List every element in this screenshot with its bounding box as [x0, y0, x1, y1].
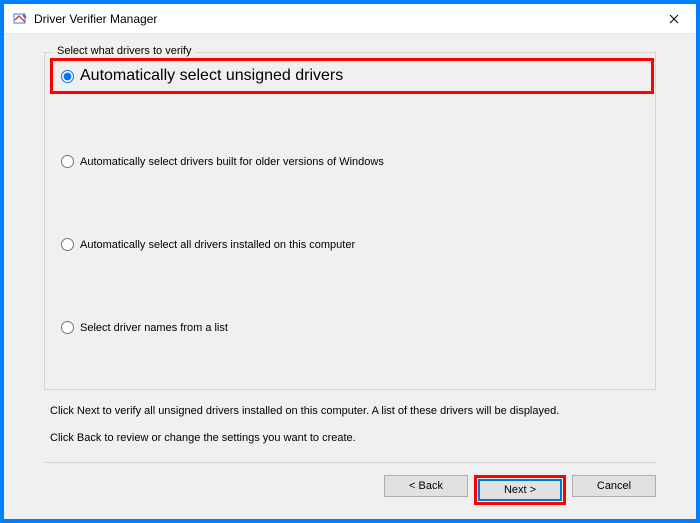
app-icon	[12, 11, 28, 27]
close-button[interactable]	[652, 4, 696, 34]
radio-unsigned-drivers-label: Automatically select unsigned drivers	[80, 67, 343, 85]
radio-row-older-windows: Automatically select drivers built for o…	[61, 155, 643, 168]
titlebar: Driver Verifier Manager	[4, 4, 696, 34]
radio-select-list-label: Select driver names from a list	[80, 322, 228, 334]
driver-select-groupbox: Select what drivers to verify Automatica…	[44, 52, 656, 390]
radio-row-select-list: Select driver names from a list	[61, 321, 643, 334]
radio-row-all-drivers: Automatically select all drivers install…	[61, 238, 643, 251]
back-button[interactable]: < Back	[384, 475, 468, 497]
radio-all-drivers-label: Automatically select all drivers install…	[80, 239, 355, 251]
window-title: Driver Verifier Manager	[34, 12, 652, 26]
radio-older-windows-label: Automatically select drivers built for o…	[80, 156, 384, 168]
button-bar: < Back Next > Cancel	[44, 462, 656, 505]
next-button[interactable]: Next >	[478, 479, 562, 501]
radio-unsigned-drivers[interactable]	[61, 70, 74, 83]
instruction-line2: Click Back to review or change the setti…	[50, 431, 656, 446]
radio-select-list[interactable]	[61, 321, 74, 334]
groupbox-title: Select what drivers to verify	[53, 45, 196, 57]
dialog-content: Select what drivers to verify Automatica…	[4, 34, 696, 519]
instructions: Click Next to verify all unsigned driver…	[50, 404, 656, 447]
cancel-button[interactable]: Cancel	[572, 475, 656, 497]
highlight-next-button: Next >	[474, 475, 566, 505]
radio-all-drivers[interactable]	[61, 238, 74, 251]
instruction-line1: Click Next to verify all unsigned driver…	[50, 404, 656, 419]
highlight-unsigned-drivers: Automatically select unsigned drivers	[50, 58, 654, 94]
radio-older-windows[interactable]	[61, 155, 74, 168]
